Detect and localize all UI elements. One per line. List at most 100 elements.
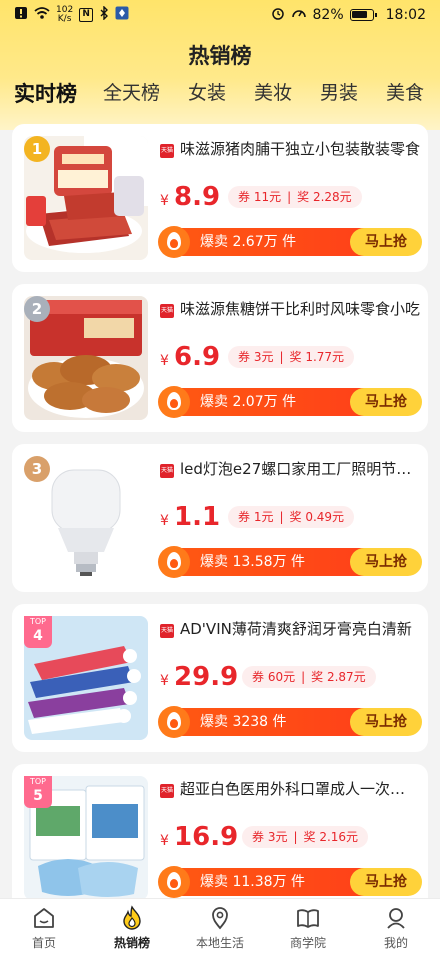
nav-local-life[interactable]: 本地生活 xyxy=(176,905,264,951)
profile-icon xyxy=(383,905,409,931)
coupon-text: 券 60元 xyxy=(252,670,296,684)
rank-badge: 2 xyxy=(24,296,52,326)
location-icon xyxy=(207,905,233,931)
top-rank-ribbon: TOP 5 xyxy=(24,776,52,808)
fire-icon xyxy=(158,706,190,738)
product-price: ¥ 8.9 xyxy=(160,182,220,212)
rank-badge: TOP 5 xyxy=(24,776,52,808)
network-speed: 102 K/s xyxy=(56,6,73,24)
tmall-icon: 天猫 xyxy=(160,784,174,798)
sales-count: 爆卖 13.58万 件 xyxy=(200,554,305,570)
tmall-icon: 天猫 xyxy=(160,624,174,638)
sales-bar: 爆卖 13.58万 件 马上抢 xyxy=(158,546,422,578)
coupon-text: 券 1元 xyxy=(238,510,274,524)
coupon-text: 券 11元 xyxy=(238,190,282,204)
bluetooth-icon xyxy=(99,5,109,24)
silver-medal-icon: 2 xyxy=(24,296,50,322)
buy-now-button[interactable]: 马上抢 xyxy=(350,548,422,576)
sales-bar: 爆卖 3238 件 马上抢 xyxy=(158,706,422,738)
wifi-icon xyxy=(34,6,50,24)
currency-symbol: ¥ xyxy=(160,673,169,689)
sales-bar: 爆卖 2.67万 件 马上抢 xyxy=(158,226,422,258)
product-card[interactable]: TOP 4 天猫 AD'VIN薄荷清爽舒润牙膏亮白清新 ¥ 29.9 券 60元 | 奖… xyxy=(12,604,428,752)
nav-home-label: 首页 xyxy=(31,936,56,950)
fire-icon xyxy=(119,905,145,931)
bronze-medal-icon: 3 xyxy=(24,456,50,482)
gold-medal-icon: 1 xyxy=(24,136,50,162)
fire-icon xyxy=(158,386,190,418)
sales-count: 爆卖 2.07万 件 xyxy=(200,394,297,410)
vpn-icon xyxy=(115,6,129,24)
product-price: ¥ 29.9 xyxy=(160,662,238,692)
product-title-text: AD'VIN薄荷清爽舒润牙膏亮白清新 xyxy=(180,620,412,638)
sales-bar: 爆卖 2.07万 件 马上抢 xyxy=(158,386,422,418)
status-bar: 102 K/s N 82% 18:02 xyxy=(0,0,440,34)
buy-now-button[interactable]: 马上抢 xyxy=(350,868,422,896)
product-card[interactable]: 2 天猫 味滋源焦糖饼干比利时风味零食小吃 ¥ 6.9 券 3元 | 奖 1.77元 … xyxy=(12,284,428,432)
nav-profile[interactable]: 我的 xyxy=(352,905,440,951)
tab-womens-wear[interactable]: 女装 xyxy=(188,78,226,105)
nav-business-school[interactable]: 商学院 xyxy=(264,905,352,951)
clock-time: 18:02 xyxy=(385,7,426,23)
currency-symbol: ¥ xyxy=(160,353,169,369)
product-title[interactable]: 天猫 AD'VIN薄荷清爽舒润牙膏亮白清新 xyxy=(160,618,420,639)
product-title[interactable]: 天猫 味滋源焦糖饼干比利时风味零食小吃 xyxy=(160,298,420,319)
tmall-icon: 天猫 xyxy=(160,464,174,478)
buy-now-button[interactable]: 马上抢 xyxy=(350,228,422,256)
rank-badge: 3 xyxy=(24,456,52,486)
fire-icon xyxy=(158,226,190,258)
coupon-text: 券 3元 xyxy=(238,350,274,364)
fire-icon xyxy=(158,546,190,578)
sales-count: 爆卖 11.38万 件 xyxy=(200,874,305,890)
sales-bar: 爆卖 11.38万 件 马上抢 xyxy=(158,866,422,898)
product-title-text: led灯泡e27螺口家用工厂照明节能灯 xyxy=(180,460,420,478)
sales-count: 爆卖 3238 件 xyxy=(200,714,287,730)
tab-beauty[interactable]: 美妆 xyxy=(254,78,292,105)
rank-number: 4 xyxy=(33,628,43,644)
page-title: 热销榜 xyxy=(188,44,252,68)
product-title[interactable]: 天猫 味滋源猪肉脯干独立小包装散装零食 xyxy=(160,138,420,159)
tab-mens-wear[interactable]: 男装 xyxy=(320,78,358,105)
sales-count: 爆卖 2.67万 件 xyxy=(200,234,297,250)
speedometer-icon xyxy=(291,6,307,24)
top-rank-ribbon: TOP 4 xyxy=(24,616,52,648)
coupon-reward-tag: 券 11元 | 奖 2.28元 xyxy=(228,186,362,208)
tab-realtime[interactable]: 实时榜 xyxy=(14,78,77,108)
reward-text: 奖 0.49元 xyxy=(289,510,345,524)
nav-home[interactable]: 首页 xyxy=(0,905,88,951)
tab-food[interactable]: 美食 xyxy=(386,78,424,105)
coupon-text: 券 3元 xyxy=(252,830,288,844)
product-card[interactable]: TOP 5 天猫 超亚白色医用外科口罩成人一次性防护 ¥ 16.9 券 3元 | 奖 2… xyxy=(12,764,428,912)
coupon-reward-tag: 券 1元 | 奖 0.49元 xyxy=(228,506,355,528)
product-card[interactable]: 3 天猫 led灯泡e27螺口家用工厂照明节能灯 ¥ 1.1 券 1元 | 奖 0.4… xyxy=(12,444,428,592)
buy-now-button[interactable]: 马上抢 xyxy=(350,708,422,736)
rank-badge: 1 xyxy=(24,136,52,166)
coupon-reward-tag: 券 3元 | 奖 1.77元 xyxy=(228,346,355,368)
currency-symbol: ¥ xyxy=(160,833,169,849)
reward-text: 奖 2.87元 xyxy=(311,670,366,684)
fire-icon xyxy=(158,866,190,898)
alarm-icon xyxy=(271,6,285,24)
tmall-icon: 天猫 xyxy=(160,144,174,158)
nav-hot-list[interactable]: 热销榜 xyxy=(88,905,176,951)
product-price: ¥ 6.9 xyxy=(160,342,220,372)
battery-icon xyxy=(349,9,377,21)
tab-all-day[interactable]: 全天榜 xyxy=(103,78,160,105)
buy-now-button[interactable]: 马上抢 xyxy=(350,388,422,416)
coupon-reward-tag: 券 60元 | 奖 2.87元 xyxy=(242,666,376,688)
reward-text: 奖 2.16元 xyxy=(303,830,359,844)
product-title-text: 味滋源猪肉脯干独立小包装散装零食 xyxy=(180,140,420,158)
rank-badge: TOP 4 xyxy=(24,616,52,648)
product-price: ¥ 16.9 xyxy=(160,822,238,852)
price-value: 6.9 xyxy=(174,342,221,372)
price-value: 29.9 xyxy=(174,662,239,692)
reward-text: 奖 1.77元 xyxy=(289,350,345,364)
currency-symbol: ¥ xyxy=(160,193,169,209)
nav-hot-list-label: 热销榜 xyxy=(113,936,150,950)
product-card[interactable]: 1 天猫 味滋源猪肉脯干独立小包装散装零食 ¥ 8.9 券 11元 | 奖 2.28元… xyxy=(12,124,428,272)
product-title[interactable]: 天猫 led灯泡e27螺口家用工厂照明节能灯 xyxy=(160,458,420,479)
product-title[interactable]: 天猫 超亚白色医用外科口罩成人一次性防护 xyxy=(160,778,420,799)
product-title-text: 超亚白色医用外科口罩成人一次性防护 xyxy=(180,780,420,798)
price-value: 16.9 xyxy=(174,822,239,852)
reward-text: 奖 2.28元 xyxy=(297,190,352,204)
